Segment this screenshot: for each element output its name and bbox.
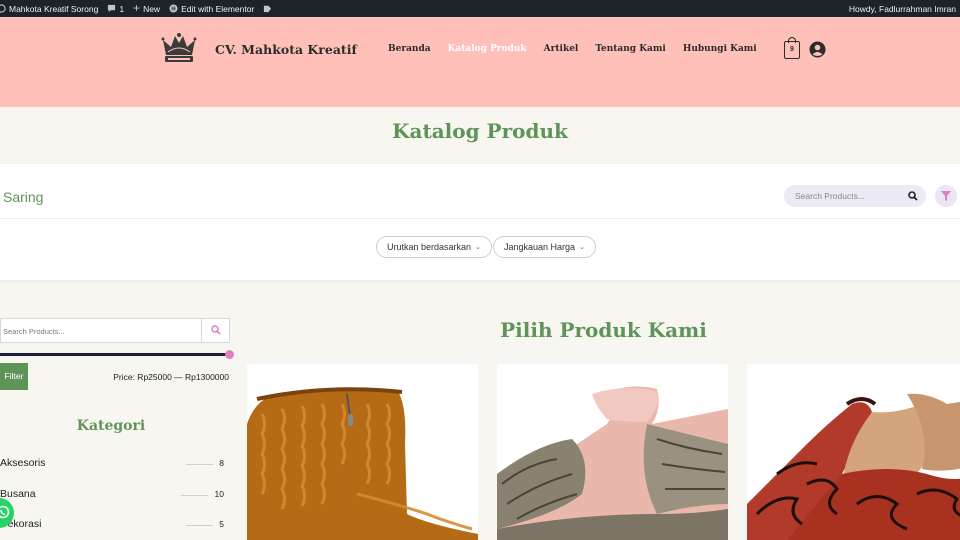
price-range-text: Price: Rp25000 — Rp1300000	[113, 372, 229, 382]
elementor-label: Edit with Elementor	[181, 3, 255, 14]
category-name: Aksesoris	[0, 457, 46, 469]
new-label: New	[143, 3, 161, 14]
product-image-red-slippers[interactable]	[747, 364, 960, 540]
product-image-pink-sandals[interactable]	[497, 364, 728, 540]
product-card[interactable]	[247, 364, 478, 540]
nav-item-tentang-kami[interactable]: Tentang Kami	[595, 44, 666, 54]
filter-toggle-button[interactable]	[935, 185, 957, 207]
admin-bar: Mahkota Kreatif Sorong 1 + New Edit with…	[0, 0, 960, 17]
category-item-dekorasi[interactable]: Dekorasi 5	[0, 518, 224, 534]
chevron-down-icon: ⌄	[579, 244, 585, 251]
sort-label: Urutkan berdasarkan	[387, 242, 472, 252]
product-card[interactable]	[747, 364, 960, 540]
admin-bar-new[interactable]: + New	[133, 1, 161, 15]
divider	[181, 495, 208, 496]
admin-bar-account[interactable]: Howdy, Fadlurrahman Imran	[849, 0, 956, 17]
nav-item-beranda[interactable]: Beranda	[388, 44, 431, 54]
filter-panel: Saring Search Products... Urutkan berdas…	[0, 164, 960, 280]
sidebar-search-input[interactable]: Search Products...	[0, 318, 230, 343]
admin-bar-yoast[interactable]	[263, 4, 272, 13]
yoast-icon	[264, 5, 272, 13]
page-title: Katalog Produk	[392, 119, 568, 143]
admin-bar-site-name: Mahkota Kreatif Sorong	[9, 3, 99, 14]
admin-bar-site[interactable]: Mahkota Kreatif Sorong	[0, 4, 98, 14]
admin-bar-elementor[interactable]: Edit with Elementor	[169, 4, 254, 14]
comment-icon	[108, 4, 116, 13]
filter-button[interactable]: Filter	[0, 363, 28, 390]
price-range-dropdown[interactable]: Jangkauan Harga ⌄	[493, 236, 596, 258]
product-card[interactable]	[497, 364, 728, 540]
category-item-aksesoris[interactable]: Aksesoris 8	[0, 457, 224, 473]
filter-title: Saring	[3, 189, 44, 205]
price-slider-track[interactable]	[0, 353, 230, 356]
divider	[186, 525, 213, 526]
admin-bar-comments[interactable]: 1	[107, 4, 124, 14]
sort-dropdown[interactable]: Urutkan berdasarkan ⌄	[376, 236, 492, 258]
search-placeholder: Search Products...	[795, 191, 865, 201]
nav-item-artikel[interactable]: Artikel	[544, 44, 579, 54]
funnel-icon	[941, 191, 951, 201]
category-count: 10	[214, 489, 224, 499]
site-header: CV. Mahkota Kreatif Beranda Katalog Prod…	[0, 17, 960, 107]
brand-name[interactable]: CV. Mahkota Kreatif	[215, 42, 357, 57]
chevron-down-icon: ⌄	[475, 244, 481, 251]
search-icon	[211, 325, 221, 335]
comments-count: 1	[119, 3, 125, 14]
product-image-knitted-booties[interactable]	[247, 364, 478, 540]
whatsapp-icon	[0, 505, 10, 519]
search-icon[interactable]	[908, 191, 918, 201]
nav-item-katalog-produk[interactable]: Katalog Produk	[448, 44, 527, 54]
category-item-busana[interactable]: Busana 10	[0, 488, 224, 504]
categories-title: Kategori	[76, 418, 146, 434]
cart-icon[interactable]: 9	[784, 37, 800, 59]
main-nav: Beranda Katalog Produk Artikel Tentang K…	[388, 44, 757, 54]
cart-count: 9	[790, 46, 794, 53]
price-range-label: Jangkauan Harga	[504, 242, 576, 252]
howdy-label: Howdy, Fadlurrahman Imran	[848, 3, 956, 14]
sidebar-search-placeholder: Search Products...	[3, 327, 65, 336]
sidebar-search-button[interactable]	[201, 319, 229, 342]
divider	[186, 464, 213, 465]
category-name: Busana	[0, 488, 36, 500]
elementor-icon	[169, 4, 178, 13]
price-slider-handle[interactable]	[225, 350, 234, 359]
category-count: 8	[219, 458, 224, 468]
crown-logo[interactable]	[160, 30, 198, 66]
home-icon	[0, 4, 6, 13]
products-title: Pilih Produk Kami	[500, 318, 707, 342]
plus-icon: +	[133, 1, 141, 15]
account-icon[interactable]	[809, 41, 826, 58]
product-search-input[interactable]: Search Products...	[784, 185, 926, 207]
nav-item-hubungi-kami[interactable]: Hubungi Kami	[683, 44, 757, 54]
category-count: 5	[219, 519, 224, 529]
divider	[0, 218, 960, 219]
